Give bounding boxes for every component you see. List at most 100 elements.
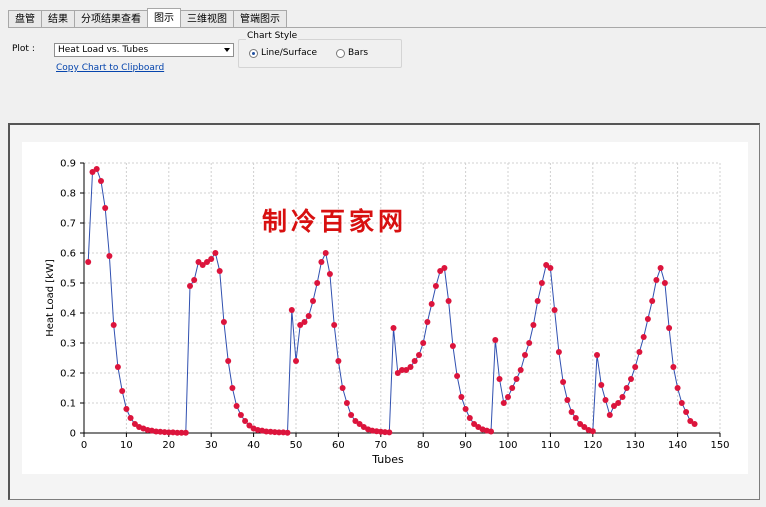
data-point: [500, 400, 507, 406]
radio-unselected-icon[interactable]: [336, 48, 345, 58]
data-point: [564, 397, 571, 403]
y-tick-label: 0.5: [60, 279, 76, 290]
data-point: [492, 337, 499, 343]
data-point: [305, 313, 312, 319]
data-point: [560, 379, 567, 385]
data-point: [678, 400, 685, 406]
y-tick-label: 0.4: [60, 309, 76, 320]
plot-select[interactable]: Heat Load vs. Tubes: [54, 43, 234, 57]
y-axis-label: Heat Load [kW]: [45, 259, 56, 337]
data-point: [191, 277, 198, 283]
radio-line-surface-label: Line/Surface: [261, 48, 318, 58]
data-point: [661, 280, 668, 286]
chart-area: 0 10 20 30 40 50 60 70 80 90 100 110 120 130 140 150 0 0.…: [22, 142, 748, 474]
data-point: [127, 415, 134, 421]
data-point: [509, 385, 516, 391]
data-point: [632, 364, 639, 370]
data-point: [424, 319, 431, 325]
data-point: [691, 421, 698, 427]
data-point: [318, 259, 325, 265]
x-tick-label: 130: [626, 440, 645, 451]
data-point: [454, 373, 461, 379]
data-point: [513, 376, 520, 382]
data-point: [114, 364, 121, 370]
data-point: [547, 265, 554, 271]
data-point: [212, 250, 219, 256]
data-point: [310, 298, 316, 304]
data-point: [420, 340, 427, 346]
x-tick-label: 20: [162, 440, 175, 451]
data-point: [441, 265, 448, 271]
data-point: [505, 394, 511, 400]
tab-0[interactable]: 盘管: [8, 10, 42, 28]
data-point: [322, 250, 329, 256]
x-tick-label: 70: [374, 440, 387, 451]
data-point: [568, 409, 575, 415]
tab-3[interactable]: 图示: [147, 8, 181, 28]
data-point: [538, 280, 545, 286]
data-point: [386, 429, 393, 436]
data-point: [674, 385, 681, 391]
data-point: [102, 205, 109, 211]
data-point: [458, 394, 465, 400]
chevron-down-icon[interactable]: [224, 48, 230, 52]
data-point: [119, 388, 126, 394]
radio-selected-icon[interactable]: [249, 48, 258, 58]
y-tick-label: 0.6: [60, 249, 76, 260]
radio-line-surface[interactable]: Line/Surface: [249, 48, 317, 58]
plot-label: Plot :: [12, 44, 35, 54]
data-point: [93, 166, 100, 172]
y-tick-label: 0.1: [60, 399, 76, 410]
data-point: [106, 253, 113, 259]
data-point: [237, 412, 244, 418]
data-point: [216, 268, 223, 274]
data-point: [670, 364, 677, 370]
data-point: [653, 277, 660, 283]
data-point: [644, 316, 651, 322]
data-point: [182, 429, 189, 436]
data-point: [589, 428, 596, 435]
data-point: [551, 307, 558, 313]
tab-2[interactable]: 分项结果查看: [74, 10, 148, 28]
data-point: [606, 412, 613, 418]
y-tick-label: 0.7: [60, 219, 76, 230]
data-point: [335, 358, 342, 364]
data-point: [331, 322, 338, 328]
data-point: [220, 319, 227, 325]
data-point: [411, 358, 418, 364]
tab-1[interactable]: 结果: [41, 10, 75, 28]
data-point: [284, 429, 291, 436]
data-point: [445, 298, 452, 304]
data-point: [534, 298, 541, 304]
data-point: [449, 343, 456, 349]
tab-5[interactable]: 管端图示: [233, 10, 287, 28]
data-point: [619, 394, 626, 400]
x-tick-label: 150: [710, 440, 729, 451]
data-point: [432, 283, 439, 289]
data-point: [683, 409, 690, 415]
x-tick-label: 80: [417, 440, 430, 451]
data-point: [293, 358, 299, 364]
y-tick-label: 0.2: [60, 369, 76, 380]
y-tick-label: 0.9: [60, 159, 76, 170]
data-point: [615, 400, 622, 406]
heat-load-chart: 0 10 20 30 40 50 60 70 80 90 100 110 120 130 140 150 0 0.…: [45, 159, 730, 467]
data-point: [466, 415, 473, 421]
data-point: [602, 397, 609, 403]
x-tick-label: 90: [459, 440, 472, 451]
data-point: [407, 364, 414, 370]
copy-chart-link[interactable]: Copy Chart to Clipboard: [56, 63, 164, 73]
x-tick-label: 10: [120, 440, 133, 451]
data-point: [462, 406, 469, 412]
data-point: [636, 349, 643, 355]
data-point: [348, 412, 355, 418]
data-point: [488, 428, 494, 435]
data-point: [598, 382, 605, 388]
radio-bars[interactable]: Bars: [336, 48, 368, 58]
y-tick-label: 0: [70, 429, 76, 440]
data-point: [623, 385, 630, 391]
data-point: [343, 400, 350, 406]
data-point: [649, 298, 656, 304]
tab-4[interactable]: 三维视图: [180, 10, 234, 28]
x-axis-label: Tubes: [371, 453, 404, 466]
